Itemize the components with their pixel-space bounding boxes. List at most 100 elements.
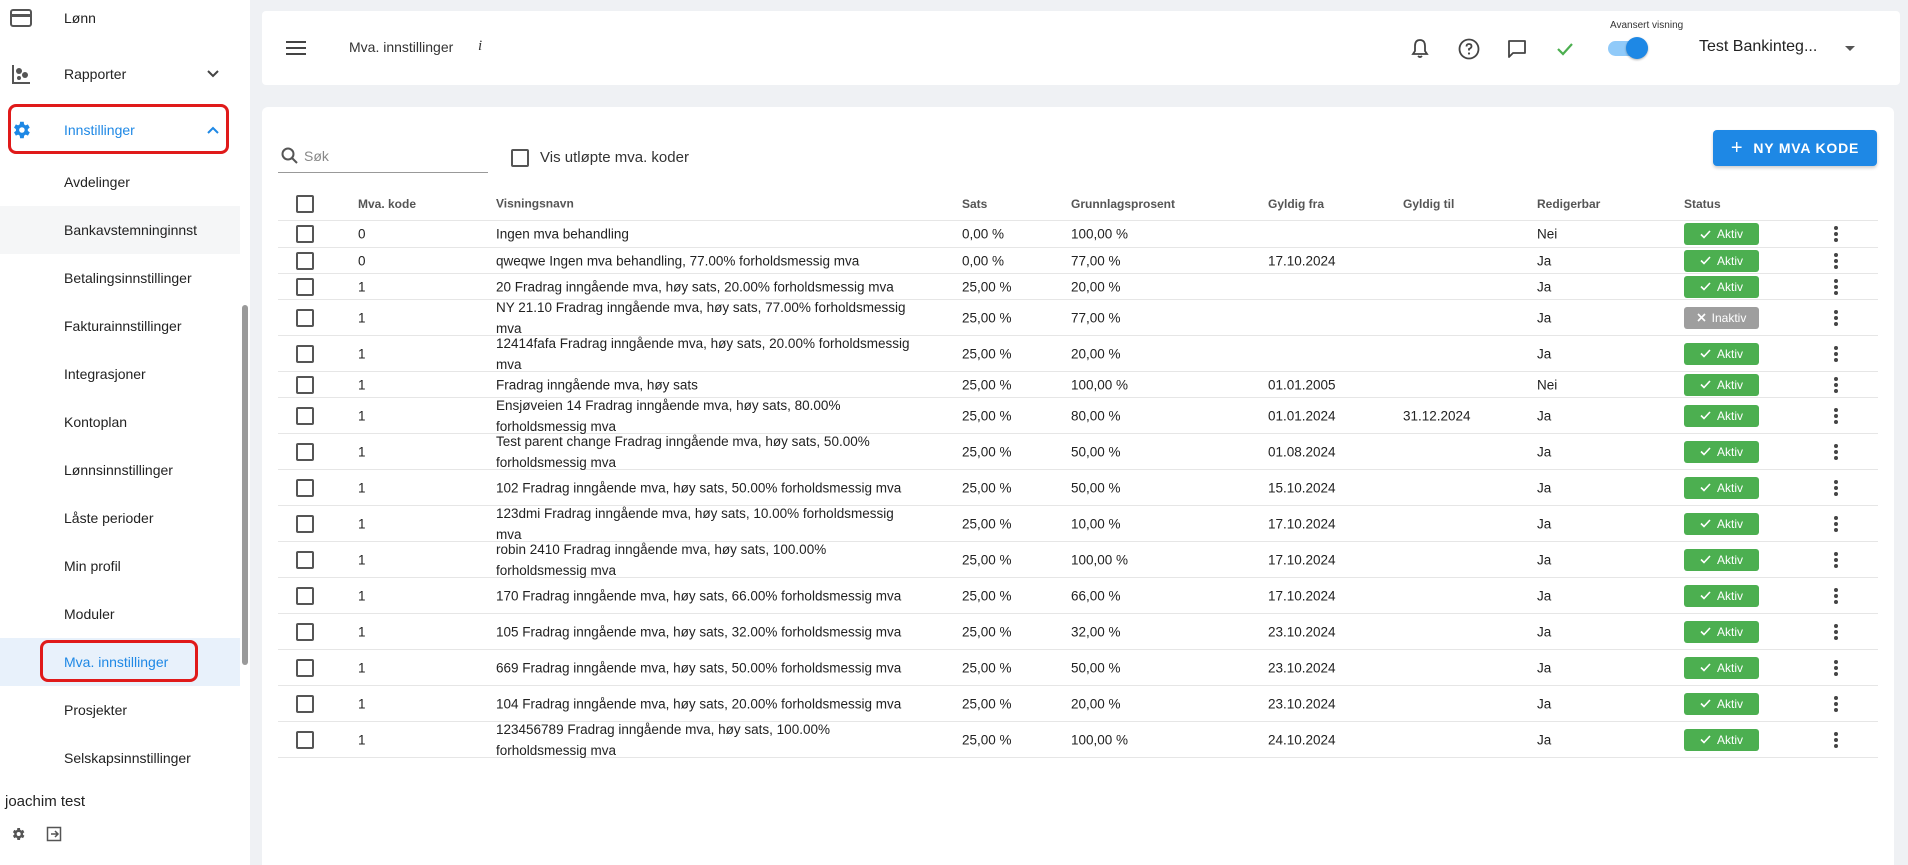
table-row[interactable]: 1 123dmi Fradrag inngående mva, høy sats,…: [278, 506, 1878, 542]
table-row[interactable]: 1 12414fafa Fradrag inngående mva, høy sa…: [278, 336, 1878, 372]
table-row[interactable]: 1 Test parent change Fradrag inngående mv…: [278, 434, 1878, 470]
row-menu-button[interactable]: [1829, 308, 1843, 328]
row-menu-button[interactable]: [1829, 478, 1843, 498]
row-menu-button[interactable]: [1829, 694, 1843, 714]
display-name: robin 2410 Fradrag inngående mva, høy sa…: [496, 541, 827, 578]
status-badge: Inaktiv: [1684, 306, 1759, 329]
row-checkbox[interactable]: [296, 344, 314, 363]
show-expired-checkbox[interactable]: [511, 149, 529, 167]
row-menu-button[interactable]: [1829, 375, 1843, 395]
advanced-view-toggle[interactable]: [1606, 36, 1650, 60]
sidebar-item-fakturainnstillinger[interactable]: Fakturainnstillinger: [0, 302, 240, 350]
column-header[interactable]: Sats: [962, 197, 987, 211]
column-header[interactable]: Visningsnavn: [496, 193, 916, 214]
table-row[interactable]: 1 669 Fradrag inngående mva, høy sats, 50…: [278, 650, 1878, 686]
more-vert-icon: [1829, 278, 1843, 295]
more-vert-icon: [1829, 345, 1843, 362]
vat-code: 1: [358, 552, 366, 567]
column-header[interactable]: Mva. kode: [358, 197, 416, 211]
table-row[interactable]: 1 105 Fradrag inngående mva, høy sats, 32…: [278, 614, 1878, 650]
row-menu-button[interactable]: [1829, 730, 1843, 750]
sidebar-scrollbar[interactable]: [242, 305, 248, 665]
row-checkbox[interactable]: [296, 586, 314, 605]
table-row[interactable]: 1 robin 2410 Fradrag inngående mva, høy s…: [278, 542, 1878, 578]
row-checkbox[interactable]: [296, 251, 314, 270]
row-checkbox[interactable]: [296, 277, 314, 296]
column-header[interactable]: Gyldig til: [1403, 197, 1454, 211]
base-percentage: 50,00 %: [1071, 480, 1121, 495]
row-menu-button[interactable]: [1829, 586, 1843, 606]
row-menu-button[interactable]: [1829, 658, 1843, 678]
table-row[interactable]: 0 Ingen mva behandling 0,00 % 100,00 % Nei Ak…: [278, 221, 1878, 248]
caret-down-icon[interactable]: [1845, 46, 1855, 51]
company-selector[interactable]: Test Bankinteg...: [1699, 38, 1817, 56]
row-menu-button[interactable]: [1829, 277, 1843, 297]
sidebar-item-avdelinger[interactable]: Avdelinger: [0, 158, 240, 206]
row-checkbox[interactable]: [296, 442, 314, 461]
row-checkbox[interactable]: [296, 622, 314, 641]
row-checkbox[interactable]: [296, 308, 314, 327]
column-header[interactable]: Gyldig fra: [1268, 197, 1324, 211]
logout-icon[interactable]: [46, 826, 62, 842]
row-menu-button[interactable]: [1829, 251, 1843, 271]
sidebar-item-lonnsinnstillinger[interactable]: Lønnsinnstillinger: [0, 446, 240, 494]
new-vat-code-button[interactable]: + NY MVA KODE: [1713, 130, 1877, 166]
status-cell: Aktiv: [1684, 620, 1759, 643]
help-icon[interactable]: [1457, 37, 1481, 61]
sidebar-item-betalingsinnstillinger[interactable]: Betalingsinnstillinger: [0, 254, 240, 302]
table-row[interactable]: 1 123456789 Fradrag inngående mva, høy sa…: [278, 722, 1878, 758]
row-menu-button[interactable]: [1829, 344, 1843, 364]
sidebar-item-moduler[interactable]: Moduler: [0, 590, 240, 638]
row-checkbox[interactable]: [296, 550, 314, 569]
sidebar-item-innstillinger[interactable]: Innstillinger: [0, 106, 240, 154]
row-menu-button[interactable]: [1829, 514, 1843, 534]
row-checkbox[interactable]: [296, 478, 314, 497]
bell-icon[interactable]: [1408, 37, 1432, 61]
sidebar-item-selskapsinnstillinger[interactable]: Selskapsinnstillinger: [0, 734, 240, 782]
sidebar-item-lonn[interactable]: Lønn: [0, 0, 240, 42]
row-checkbox[interactable]: [296, 514, 314, 533]
sidebar-item-laste-perioder[interactable]: Låste perioder: [0, 494, 240, 542]
row-menu-button[interactable]: [1829, 442, 1843, 462]
sidebar-item-kontoplan[interactable]: Kontoplan: [0, 398, 240, 446]
row-checkbox[interactable]: [296, 225, 314, 243]
vat-code: 0: [358, 226, 366, 242]
row-checkbox[interactable]: [296, 375, 314, 394]
sidebar-item-rapporter[interactable]: Rapporter: [0, 50, 240, 98]
row-menu-button[interactable]: [1829, 224, 1843, 244]
row-checkbox[interactable]: [296, 658, 314, 677]
sidebar-item-bankavstemninginnst[interactable]: Bankavstemninginnst: [0, 206, 240, 254]
more-vert-icon: [1829, 515, 1843, 532]
sidebar-item-integrasjoner[interactable]: Integrasjoner: [0, 350, 240, 398]
row-menu-button[interactable]: [1829, 406, 1843, 426]
status-badge: Aktiv: [1684, 656, 1759, 679]
column-header[interactable]: Redigerbar: [1537, 197, 1600, 211]
select-all-checkbox[interactable]: [296, 194, 314, 213]
rate: 25,00 %: [962, 696, 1012, 711]
table-row[interactable]: 1 102 Fradrag inngående mva, høy sats, 50…: [278, 470, 1878, 506]
table-row[interactable]: 0 qweqwe Ingen mva behandling, 77.00% for…: [278, 248, 1878, 274]
row-menu-button[interactable]: [1829, 550, 1843, 570]
column-header[interactable]: Status: [1684, 197, 1721, 211]
sidebar-item-min-profil[interactable]: Min profil: [0, 542, 240, 590]
hamburger-menu-icon[interactable]: [286, 39, 306, 57]
base-percentage: 32,00 %: [1071, 624, 1121, 639]
row-checkbox[interactable]: [296, 694, 314, 713]
search-input[interactable]: [304, 143, 484, 169]
row-checkbox[interactable]: [296, 730, 314, 749]
table-row[interactable]: 1 Ensjøveien 14 Fradrag inngående mva, hø…: [278, 398, 1878, 434]
vat-code: 1: [358, 279, 366, 294]
row-checkbox[interactable]: [296, 406, 314, 425]
info-icon[interactable]: i: [478, 38, 482, 55]
table-row[interactable]: 1 NY 21.10 Fradrag inngående mva, høy sat…: [278, 300, 1878, 336]
chat-icon[interactable]: [1505, 37, 1529, 61]
table-row[interactable]: 1 170 Fradrag inngående mva, høy sats, 66…: [278, 578, 1878, 614]
sidebar-item-label: Fakturainnstillinger: [64, 318, 182, 334]
settings-icon[interactable]: [10, 826, 26, 842]
sidebar-item-prosjekter[interactable]: Prosjekter: [0, 686, 240, 734]
column-header[interactable]: Grunnlagsprosent: [1071, 197, 1175, 211]
row-menu-button[interactable]: [1829, 622, 1843, 642]
table-row[interactable]: 1 104 Fradrag inngående mva, høy sats, 20…: [278, 686, 1878, 722]
search-field[interactable]: [278, 141, 488, 173]
editable: Ja: [1537, 624, 1552, 639]
